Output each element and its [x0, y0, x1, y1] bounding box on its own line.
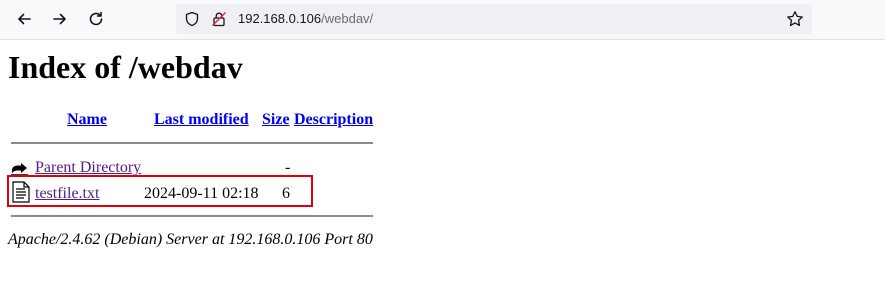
- url-bar[interactable]: 192.168.0.106/webdav/: [176, 4, 812, 34]
- header-divider: [11, 142, 373, 144]
- shield-icon[interactable]: [184, 11, 200, 27]
- server-footer: Apache/2.4.62 (Debian) Server at 192.168…: [8, 231, 373, 248]
- url-host: 192.168.0.106: [238, 11, 322, 26]
- url-text[interactable]: 192.168.0.106/webdav/: [238, 4, 373, 34]
- column-header-name[interactable]: Name: [67, 110, 107, 130]
- page-title: Index of /webdav: [8, 49, 243, 85]
- forward-arrow-icon[interactable]: [47, 6, 73, 32]
- bookmark-star-icon[interactable]: [786, 10, 804, 28]
- insecure-lock-icon[interactable]: [211, 11, 227, 27]
- column-header-last-modified[interactable]: Last modified: [154, 110, 249, 130]
- url-path: /webdav/: [321, 11, 374, 26]
- highlight-box: [7, 175, 313, 207]
- browser-toolbar: 192.168.0.106/webdav/: [0, 0, 885, 40]
- column-header-size[interactable]: Size: [262, 110, 290, 130]
- back-arrow-icon[interactable]: [11, 6, 37, 32]
- column-header-description[interactable]: Description: [294, 110, 373, 130]
- footer-divider: [11, 215, 373, 217]
- reload-icon[interactable]: [83, 6, 109, 32]
